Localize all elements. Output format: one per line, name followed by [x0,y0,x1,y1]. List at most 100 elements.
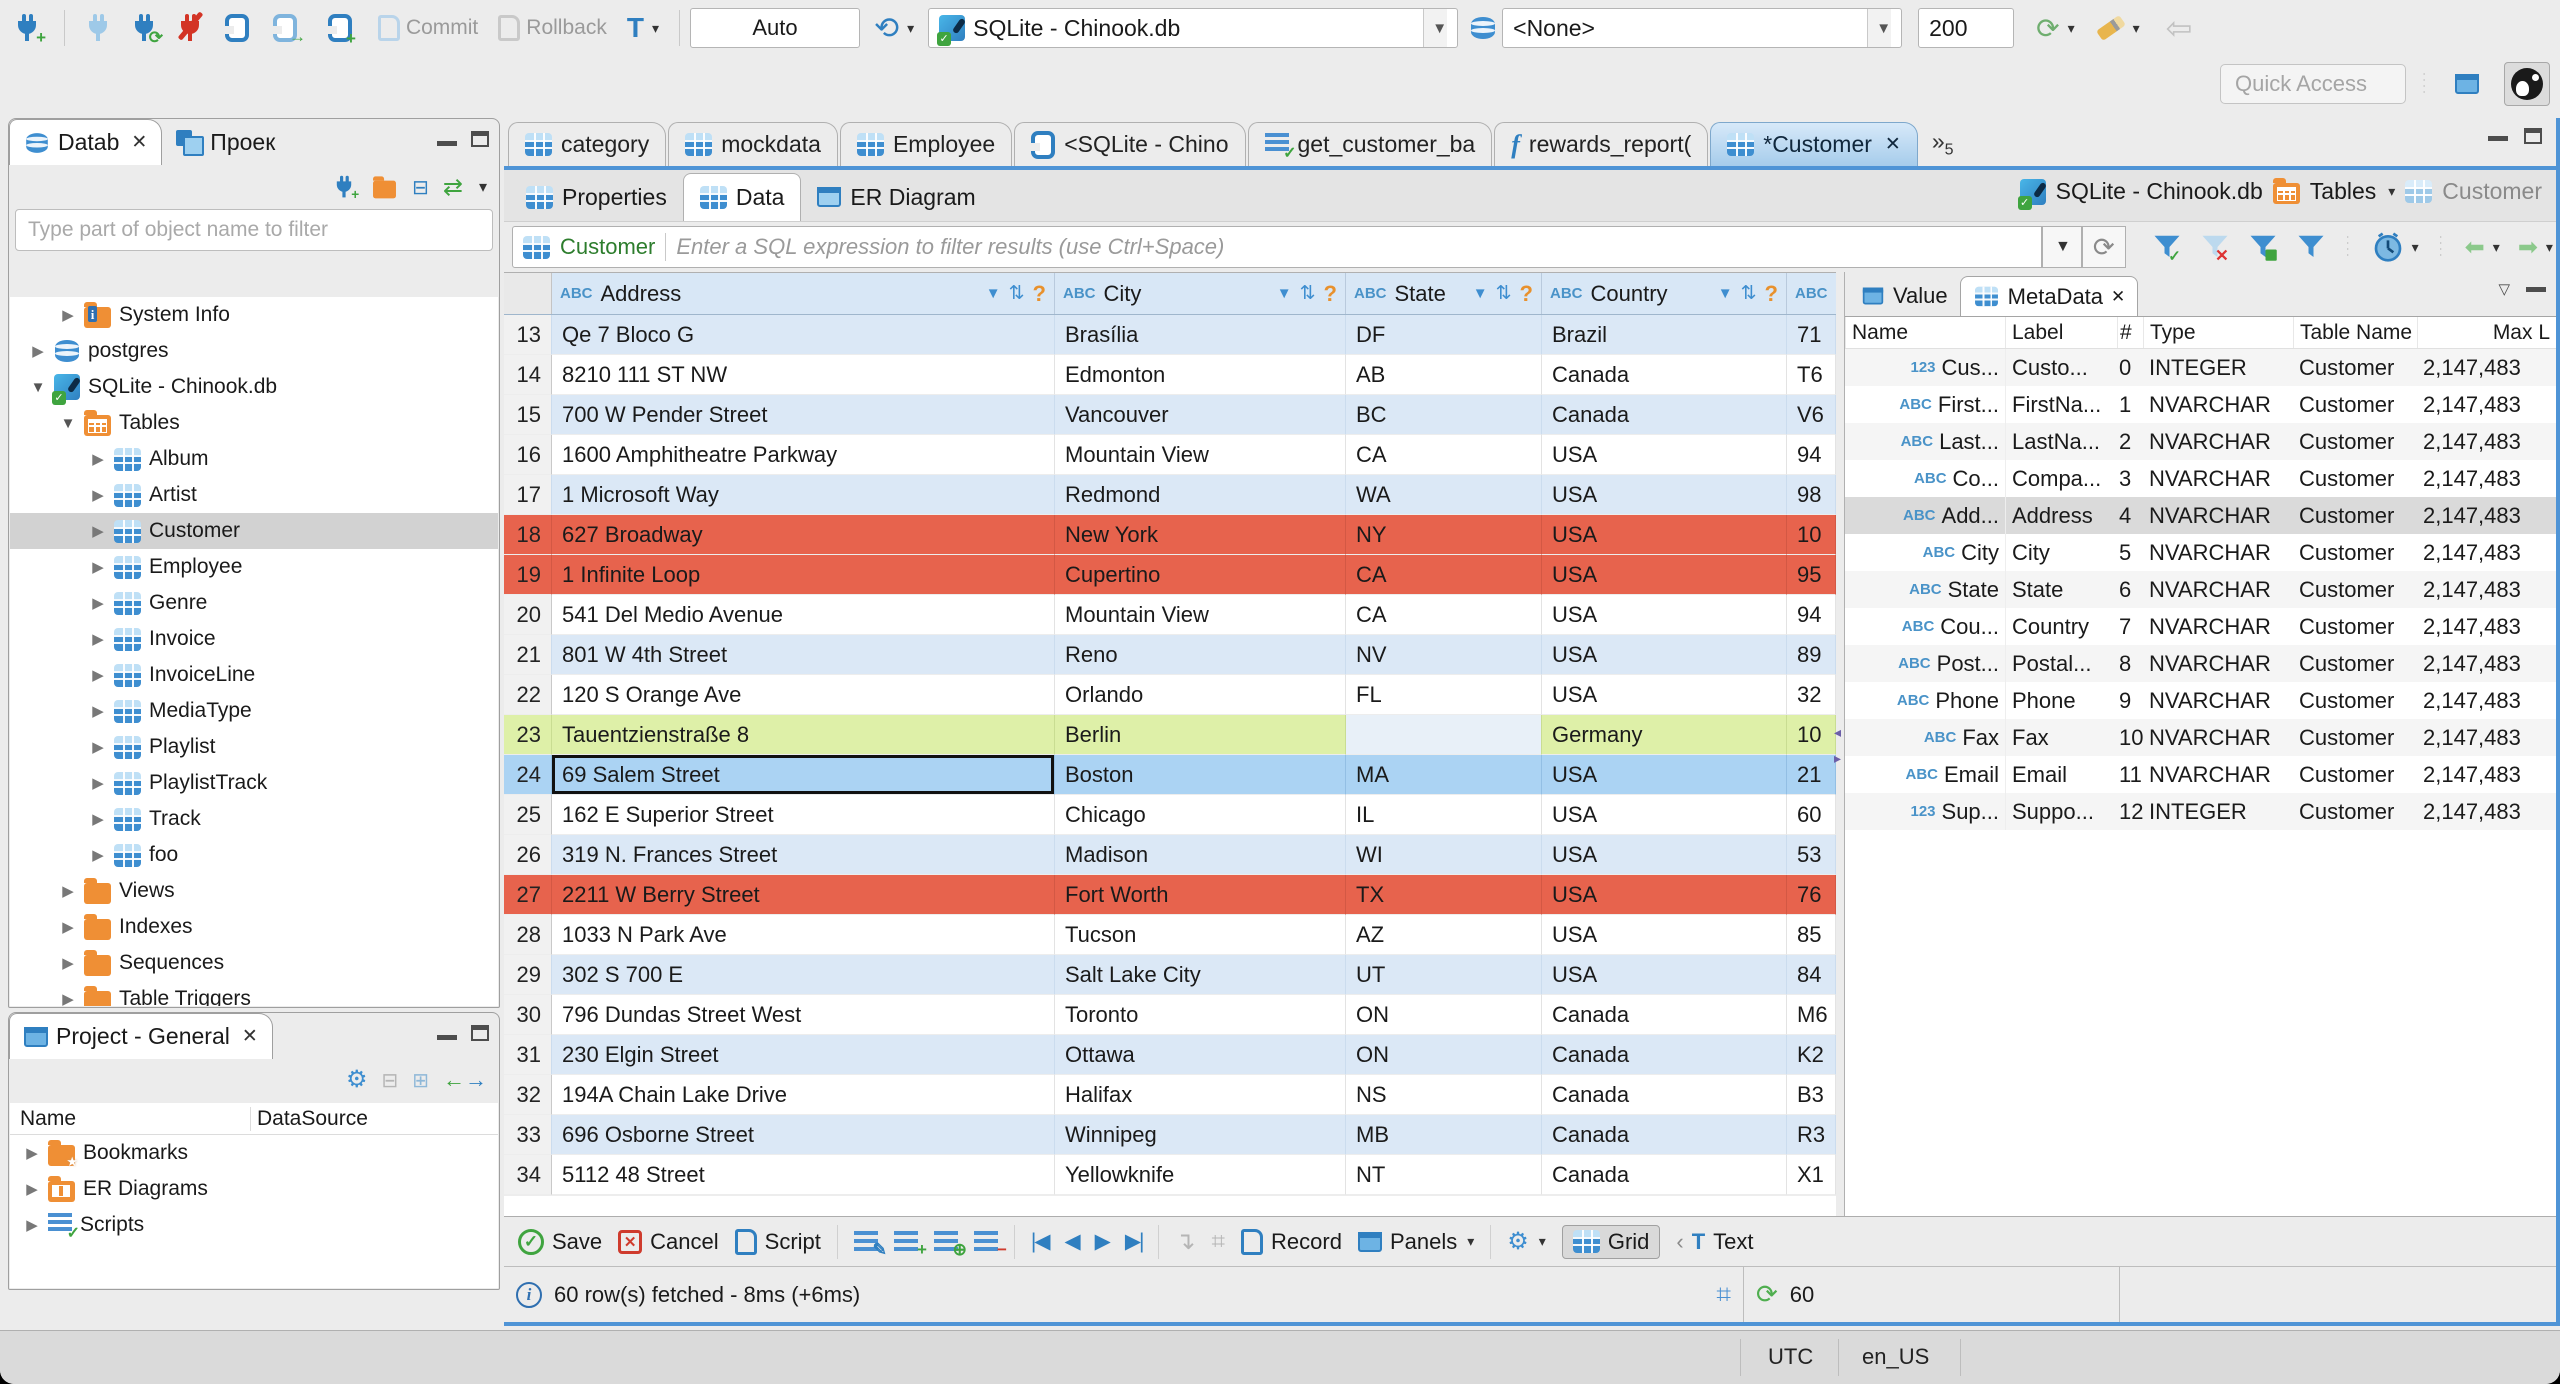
grid-cell-address[interactable]: 230 Elgin Street [552,1035,1055,1075]
grid-cell-address[interactable]: 700 W Pender Street [552,395,1055,435]
sidebar-item-system-info[interactable]: ▶ System Info [10,297,498,333]
metadata-col-name[interactable]: Name [1845,317,2005,348]
grid-cell-country[interactable]: Canada [1542,355,1787,395]
grid-cell-postal[interactable]: 76 [1787,875,1836,915]
metadata-maxlength-cell[interactable]: 2,147,483 [2417,719,2556,756]
editor-tab-sqlitechino[interactable]: <SQLite - Chino [1014,122,1246,166]
grid-cell-country[interactable]: Brazil [1542,315,1787,355]
metadata-maxlength-cell[interactable]: 2,147,483 [2417,534,2556,571]
fetch-size-input[interactable]: 200 [1918,8,2015,48]
grid-cell-address[interactable]: 696 Osborne Street [552,1115,1055,1155]
grid-cell-postal[interactable]: T6 [1787,355,1836,395]
grid-cell-country[interactable]: USA [1542,435,1787,475]
new-sql-editor-button[interactable]: + [328,14,368,47]
collapsed-arrow-icon[interactable]: ▶ [24,1180,40,1198]
sidebar-item-album[interactable]: ▶ Album [10,441,498,477]
metadata-row[interactable]: ABC Post... Postal... 8 NVARCHAR Customer 2,14… [1845,645,2556,682]
grid-cell-state[interactable]: ON [1346,995,1542,1035]
grid-cell-postal[interactable]: 10 [1787,715,1836,755]
grid-cell-state[interactable] [1346,715,1542,755]
metadata-name-cell[interactable]: 123 Sup... [1845,793,2005,830]
expanded-arrow-icon[interactable]: ▼ [60,415,76,432]
grid-cell-address[interactable]: 319 N. Frances Street [552,835,1055,875]
grid-cell-city[interactable]: Redmond [1055,475,1346,515]
grid-cell-state[interactable]: NV [1346,635,1542,675]
maximize-icon[interactable] [2524,128,2542,144]
open-sql-script-button[interactable]: → [273,14,320,45]
grid-cell-address[interactable]: Qe 7 Bloco G [552,315,1055,355]
project-item-bookmarks[interactable]: ▶ Bookmarks [10,1135,498,1171]
metadata-table-cell[interactable]: Customer [2293,756,2417,793]
sidebar-item-invoice[interactable]: ▶ Invoice [10,621,498,657]
table-row[interactable]: 17 1 Microsoft Way Redmond WA USA 98 [504,475,1836,515]
grid-cell-postal[interactable]: 95 [1787,555,1836,595]
grid-cell-country[interactable]: USA [1542,875,1787,915]
dbeaver-perspective-button[interactable] [2504,62,2550,106]
collapsed-arrow-icon[interactable]: ▶ [24,1216,40,1234]
mock-data-button[interactable]: ▾ [2095,15,2140,41]
grid-cell-postal[interactable]: 53 [1787,835,1836,875]
grid-cell-city[interactable]: Madison [1055,835,1346,875]
new-connection-button[interactable]: + [14,13,46,46]
table-row[interactable]: 25 162 E Superior Street Chicago IL USA 60 [504,795,1836,835]
metadata-ordinal-cell[interactable]: 3 [2117,460,2143,497]
metadata-maxlength-cell[interactable]: 2,147,483 [2417,608,2556,645]
sort-icon[interactable]: ⇅ [1009,282,1025,305]
row-number-cell[interactable]: 31 [504,1035,552,1075]
filter-icon[interactable]: ▼ [986,285,1001,302]
grid-cell-city[interactable]: Ottawa [1055,1035,1346,1075]
grid-cell-country[interactable]: Germany [1542,715,1787,755]
metadata-ordinal-cell[interactable]: 9 [2117,682,2143,719]
table-row[interactable]: 27 2211 W Berry Street Fort Worth TX USA 76 [504,875,1836,915]
metadata-type-cell[interactable]: NVARCHAR [2143,608,2293,645]
sort-icon[interactable]: ⇅ [1496,282,1512,305]
grid-cell-city[interactable]: Brasília [1055,315,1346,355]
grid-cell-country[interactable]: USA [1542,475,1787,515]
metadata-label-cell[interactable]: Custo... [2005,349,2117,386]
link-editor-icon[interactable]: ⇄ [443,173,463,202]
row-number-cell[interactable]: 16 [504,435,552,475]
sidebar-item-sqlite---chinook-db[interactable]: ▼ SQLite - Chinook.db [10,369,498,405]
metadata-maxlength-cell[interactable]: 2,147,483 [2417,793,2556,830]
grid-cell-state[interactable]: WI [1346,835,1542,875]
sidebar-item-playlist[interactable]: ▶ Playlist [10,729,498,765]
grid-cell-city[interactable]: Vancouver [1055,395,1346,435]
grid-cell-city[interactable]: Mountain View [1055,435,1346,475]
metadata-label-cell[interactable]: Email [2005,756,2117,793]
metadata-type-cell[interactable]: NVARCHAR [2143,571,2293,608]
grid-cell-state[interactable]: ON [1346,1035,1542,1075]
breadcrumb-entity[interactable]: Customer [2442,178,2542,205]
collapsed-arrow-icon[interactable]: ▶ [90,630,106,648]
grid-cell-address[interactable]: 5112 48 Street [552,1155,1055,1195]
row-number-cell[interactable]: 29 [504,955,552,995]
grid-cell-city[interactable]: Berlin [1055,715,1346,755]
sidebar-item-artist[interactable]: ▶ Artist [10,477,498,513]
back-button[interactable]: ⇦ [2166,9,2193,47]
editor-tab-rewardsreport[interactable]: f rewards_report( [1494,122,1709,166]
grid-cell-country[interactable]: USA [1542,915,1787,955]
custom-filter-icon[interactable] [2296,232,2326,262]
row-number-cell[interactable]: 13 [504,315,552,355]
grid-cell-postal[interactable]: 10 [1787,515,1836,555]
sidebar-item-tables[interactable]: ▼ Tables [10,405,498,441]
metadata-name-cell[interactable]: ABC Post... [1845,645,2005,682]
add-row-icon[interactable]: + [893,1230,927,1259]
collapsed-arrow-icon[interactable]: ▶ [90,738,106,756]
grid-cell-state[interactable]: TX [1346,875,1542,915]
metadata-ordinal-cell[interactable]: 6 [2117,571,2143,608]
tab-metadata[interactable]: MetaData ✕ [1959,276,2139,316]
grid-cell-address[interactable]: 2211 W Berry Street [552,875,1055,915]
metadata-row[interactable]: 123 Cus... Custo... 0 INTEGER Customer 2,147,4… [1845,349,2556,386]
row-number-cell[interactable]: 33 [504,1115,552,1155]
grid-cell-postal[interactable]: 94 [1787,595,1836,635]
metadata-table-cell[interactable]: Customer [2293,719,2417,756]
collapsed-arrow-icon[interactable]: ▶ [30,342,46,360]
metadata-col-label[interactable]: Label [2005,317,2117,348]
row-number-cell[interactable]: 32 [504,1075,552,1115]
table-row[interactable]: 20 541 Del Medio Avenue Mountain View CA USA… [504,595,1836,635]
metadata-table-cell[interactable]: Customer [2293,460,2417,497]
metadata-type-cell[interactable]: NVARCHAR [2143,534,2293,571]
table-row[interactable]: 13 Qe 7 Bloco G Brasília DF Brazil 71 [504,315,1836,355]
null-order-icon[interactable]: ? [1033,281,1046,307]
previous-row-button[interactable]: ◀ [1065,1229,1081,1254]
